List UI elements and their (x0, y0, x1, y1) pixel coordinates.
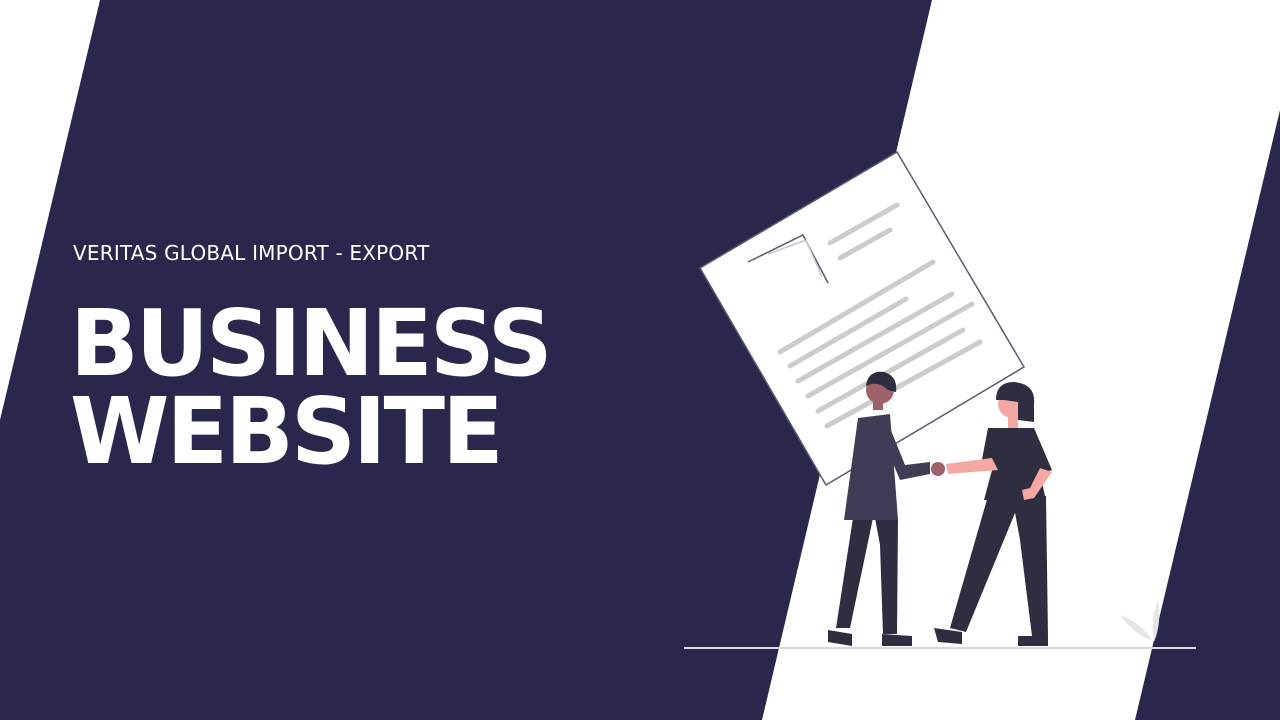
plant-icon (1120, 600, 1160, 642)
headline-line-2: WEBSITE (70, 378, 504, 485)
headline-line-1: BUSINESS (70, 290, 553, 397)
woman-figure (934, 382, 1052, 646)
handshake-illustration (684, 150, 1196, 649)
banner: VERITAS GLOBAL IMPORT - EXPORT BUSINESS … (0, 0, 1280, 720)
company-name: VERITAS GLOBAL IMPORT - EXPORT (73, 241, 430, 265)
page-headline: BUSINESS WEBSITE (70, 290, 553, 485)
